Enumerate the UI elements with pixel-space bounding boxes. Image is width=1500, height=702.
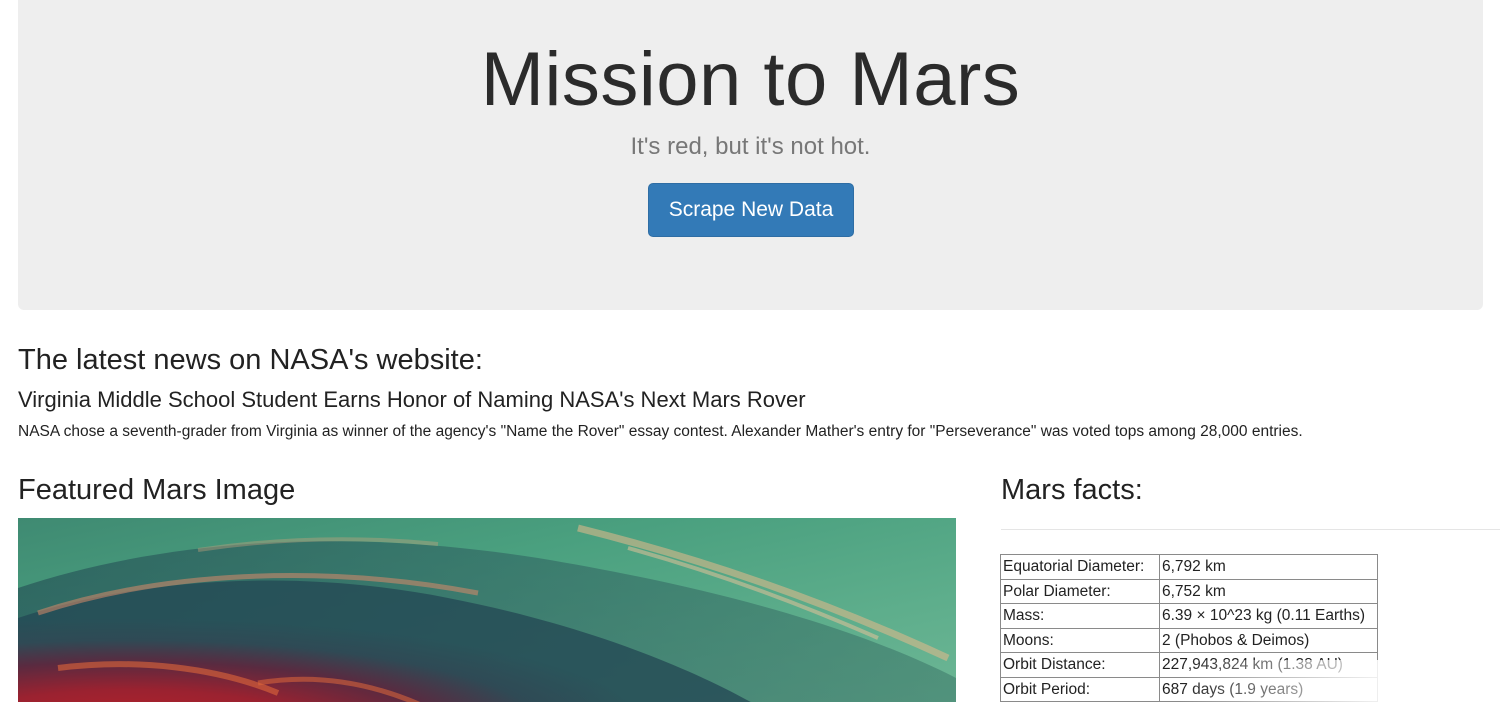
- table-row: Polar Diameter: 6,752 km: [1000, 578, 1378, 604]
- scrape-new-data-button[interactable]: Scrape New Data: [648, 183, 854, 237]
- jumbotron-header: Mission to Mars It's red, but it's not h…: [18, 0, 1483, 310]
- news-section-heading: The latest news on NASA's website:: [18, 344, 483, 376]
- fact-label: Moons:: [1000, 627, 1160, 653]
- fact-value: 6,792 km: [1159, 554, 1378, 580]
- fact-label: Equatorial Diameter:: [1000, 554, 1160, 580]
- page-title: Mission to Mars: [480, 37, 1021, 122]
- fact-label: Orbit Distance:: [1000, 652, 1160, 678]
- fact-value: 6.39 × 10^23 kg (0.11 Earths): [1159, 603, 1378, 629]
- table-row: Equatorial Diameter: 6,792 km: [1000, 554, 1378, 580]
- table-row: Mass: 6.39 × 10^23 kg (0.11 Earths): [1000, 603, 1378, 629]
- featured-image-heading: Featured Mars Image: [18, 474, 296, 506]
- page: Mission to Mars It's red, but it's not h…: [0, 0, 1500, 702]
- fact-label: Orbit Period:: [1000, 676, 1160, 702]
- news-title: Virginia Middle School Student Earns Hon…: [18, 387, 806, 412]
- table-row: Orbit Distance: 227,943,824 km (1.38 AU): [1000, 652, 1378, 678]
- table-row: Orbit Period: 687 days (1.9 years): [1000, 676, 1378, 702]
- mars-facts-table: Equatorial Diameter: 6,792 km Polar Diam…: [1000, 554, 1378, 702]
- news-teaser: NASA chose a seventh-grader from Virgini…: [18, 423, 1303, 440]
- fact-value: 6,752 km: [1159, 578, 1378, 604]
- facts-divider: [1001, 529, 1500, 530]
- featured-mars-image: [18, 518, 956, 702]
- fact-label: Polar Diameter:: [1000, 578, 1160, 604]
- mars-facts-heading: Mars facts:: [1001, 474, 1143, 506]
- fact-value: 687 days (1.9 years): [1159, 676, 1378, 702]
- page-tagline: It's red, but it's not hot.: [630, 133, 871, 160]
- fact-label: Mass:: [1000, 603, 1160, 629]
- table-row: Moons: 2 (Phobos & Deimos): [1000, 627, 1378, 653]
- fact-value: 2 (Phobos & Deimos): [1159, 627, 1378, 653]
- fact-value: 227,943,824 km (1.38 AU): [1159, 652, 1378, 678]
